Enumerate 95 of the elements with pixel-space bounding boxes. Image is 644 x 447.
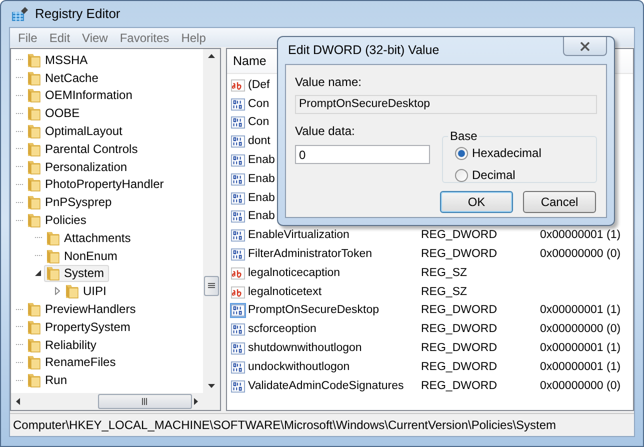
- radio-option[interactable]: Hexadecimal: [455, 144, 584, 162]
- value-data: 0x00000000 (0): [540, 246, 621, 262]
- tree-item[interactable]: NetCache: [25, 69, 104, 86]
- value-data: 0x00000001 (1): [540, 360, 621, 375]
- tree-item[interactable]: MSSHA: [25, 51, 93, 68]
- value-name[interactable]: EnableVirtualization: [248, 227, 421, 244]
- value-type: REG_SZ: [421, 284, 468, 300]
- tree-item[interactable]: PhotoPropertyHandler: [25, 176, 169, 193]
- value-type: REG_DWORD: [421, 303, 498, 318]
- tree-item[interactable]: PropertySystem: [25, 318, 136, 336]
- value-name[interactable]: scforceoption: [248, 321, 421, 338]
- tree-item[interactable]: System: [44, 264, 110, 282]
- tree-item[interactable]: PreviewHandlers: [25, 300, 141, 318]
- value-type: REG_DWORD: [421, 360, 498, 375]
- radio-option[interactable]: Decimal: [455, 166, 584, 184]
- value-name-field: PromptOnSecureDesktop: [295, 95, 597, 114]
- value-type: REG_DWORD: [421, 340, 498, 356]
- value-name[interactable]: shutdownwithoutlogon: [248, 340, 421, 358]
- value-name[interactable]: undockwithoutlogon: [248, 358, 421, 376]
- tree-item[interactable]: NonEnum: [44, 247, 122, 264]
- menu-item[interactable]: Favorites: [114, 28, 176, 46]
- folder-icon: [26, 318, 42, 335]
- folder-icon: [26, 70, 42, 86]
- value-data-field[interactable]: 0: [295, 145, 430, 164]
- tree-item[interactable]: Parental Controls: [25, 140, 143, 158]
- folder-icon: [26, 176, 42, 192]
- tree-item[interactable]: RenameFiles: [25, 354, 121, 371]
- value-type: REG_DWORD: [421, 228, 498, 244]
- folder-icon: [64, 283, 80, 300]
- value-data: 0x00000000 (0): [540, 322, 621, 338]
- tree-item[interactable]: OEMInformation: [25, 86, 138, 104]
- ok-button[interactable]: OK: [440, 191, 513, 213]
- folder-icon: [45, 248, 61, 264]
- field-label: Value name:: [295, 74, 362, 91]
- folder-icon: [26, 194, 42, 210]
- folder-icon: [26, 372, 42, 388]
- value-type: REG_DWORD: [421, 322, 498, 338]
- vertical-scrollbar[interactable]: [203, 49, 220, 393]
- folder-icon: [26, 336, 42, 353]
- tree-item[interactable]: Personalization: [25, 158, 132, 176]
- folder-icon: [26, 52, 42, 68]
- tree-item[interactable]: OptimalLayout: [25, 122, 128, 140]
- tree-item[interactable]: Attachments: [44, 229, 136, 246]
- window-title: Registry Editor: [35, 5, 120, 24]
- value-type: REG_SZ: [421, 266, 468, 281]
- value-name[interactable]: PromptOnSecureDesktop: [248, 302, 421, 320]
- scrollbar-thumb[interactable]: [98, 394, 192, 409]
- app-icon: [11, 6, 29, 22]
- expand-arrow-icon[interactable]: [54, 287, 60, 296]
- folder-icon: [26, 212, 42, 228]
- value-data: 0x00000001 (1): [540, 228, 621, 244]
- value-data: 0x00000001 (1): [540, 303, 621, 318]
- folder-icon: [26, 354, 42, 370]
- folder-icon: [45, 230, 61, 246]
- close-button[interactable]: [563, 37, 607, 56]
- scroll-left-icon[interactable]: [16, 398, 20, 405]
- close-icon: [580, 42, 590, 50]
- group-label: Base: [449, 128, 478, 145]
- menu-item[interactable]: View: [76, 28, 114, 46]
- dialog-title: Edit DWORD (32-bit) Value: [287, 42, 440, 60]
- value-name[interactable]: legalnoticecaption: [248, 264, 421, 282]
- tree-item[interactable]: Policies: [25, 212, 92, 229]
- horizontal-scrollbar[interactable]: [11, 393, 220, 410]
- value-name[interactable]: ValidateAdminCodeSignatures: [248, 378, 421, 395]
- tree-item[interactable]: PnPSysprep: [25, 194, 117, 211]
- value-type: REG_DWORD: [421, 378, 498, 394]
- scrollbar-thumb[interactable]: [204, 276, 219, 296]
- menu-item[interactable]: Edit: [43, 28, 76, 46]
- scroll-down-icon[interactable]: [208, 384, 215, 388]
- value-name[interactable]: FilterAdministratorToken: [248, 246, 421, 264]
- tree-item[interactable]: OOBE: [25, 104, 85, 122]
- folder-icon: [26, 140, 42, 157]
- value-data: 0x00000001 (1): [540, 340, 621, 356]
- status-bar-path: Computer\HKEY_LOCAL_MACHINE\SOFTWARE\Microsoft\Windows\CurrentVersion\Policies\System: [13, 417, 556, 434]
- value-name[interactable]: legalnoticetext: [248, 284, 421, 301]
- radio-button[interactable]: [455, 168, 468, 182]
- folder-icon: [26, 105, 42, 122]
- folder-icon: [45, 265, 61, 282]
- folder-icon: [26, 158, 42, 175]
- folder-icon: [26, 123, 42, 140]
- tree-item[interactable]: UIPI: [63, 282, 112, 300]
- value-type: REG_DWORD: [421, 246, 498, 262]
- menu-item[interactable]: File: [12, 28, 44, 46]
- field-label: Value data:: [295, 123, 355, 140]
- radio-button[interactable]: [455, 146, 468, 160]
- tree-item[interactable]: Reliability: [25, 336, 102, 354]
- menu-item[interactable]: Help: [175, 28, 212, 46]
- folder-icon: [26, 87, 42, 104]
- scroll-up-icon[interactable]: [208, 54, 215, 58]
- value-data: 0x00000000 (0): [540, 378, 621, 394]
- collapse-arrow-icon[interactable]: [35, 270, 41, 276]
- folder-icon: [26, 301, 42, 318]
- cancel-button[interactable]: Cancel: [523, 191, 596, 213]
- tree-item[interactable]: Run: [25, 372, 72, 389]
- scroll-right-icon[interactable]: [194, 398, 198, 405]
